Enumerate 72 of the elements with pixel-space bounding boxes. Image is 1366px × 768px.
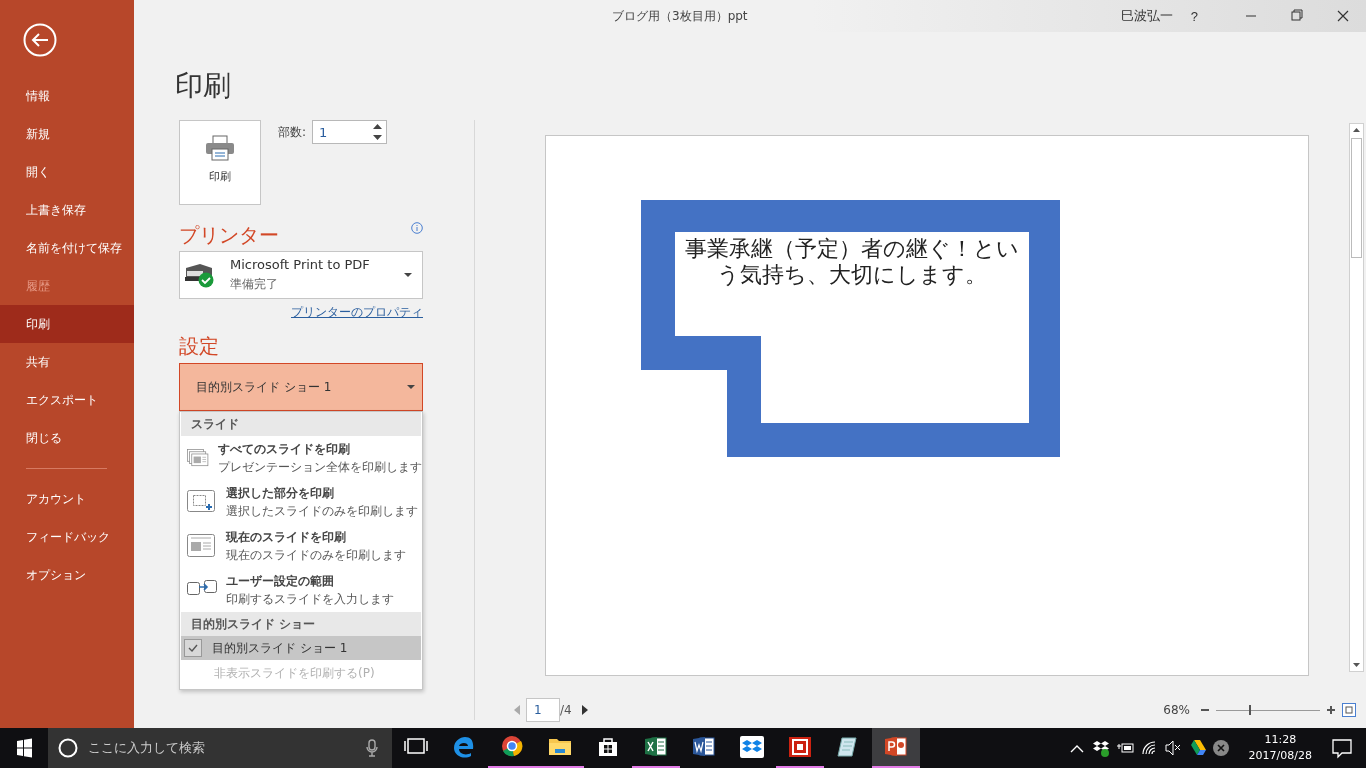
speaker-muted-icon[interactable] (1163, 738, 1182, 758)
presentation-p-icon (884, 736, 908, 758)
next-page-icon[interactable] (581, 705, 588, 715)
cortana-circle-icon (58, 738, 78, 758)
check-icon (188, 644, 198, 652)
sidebar-item[interactable]: フィードバック (0, 518, 134, 556)
printer-ready-icon (184, 262, 216, 288)
menu-item[interactable]: すべてのスライドを印刷 プレゼンテーション全体を印刷します (180, 436, 422, 480)
info-icon (411, 222, 423, 234)
printer-properties-link[interactable]: プリンターのプロパティ (291, 304, 423, 321)
printer-name: Microsoft Print to PDF (230, 257, 371, 272)
section-heading: 設定 (179, 333, 220, 359)
scroll-thumb[interactable] (1351, 138, 1362, 258)
document-w-icon (692, 736, 716, 758)
browser-circle-icon (500, 736, 524, 758)
dropdown-caret-icon (407, 385, 415, 389)
dashed-frame-icon (187, 490, 217, 514)
window-title: ブログ用（3枚目用）ppt (612, 7, 749, 25)
copies-spinner[interactable]: 1 (312, 120, 388, 144)
printer-dropdown[interactable]: Microsoft Print to PDF 準備完了 (179, 251, 423, 299)
sidebar-item[interactable]: エクスポート (0, 381, 134, 419)
taskbar-app[interactable] (872, 728, 920, 768)
print-button[interactable]: 印刷 (179, 120, 261, 205)
copies-label: 部数: (278, 124, 307, 141)
spin-arrows-icon (373, 124, 383, 140)
box-icon (740, 736, 764, 758)
zoom-in-icon[interactable] (1326, 705, 1336, 715)
section-heading: プリンター (179, 222, 279, 248)
printer-icon (205, 135, 235, 161)
help-button[interactable]: ? (1186, 8, 1202, 24)
microphone-icon (366, 739, 378, 757)
scroll-down-icon (1353, 663, 1360, 667)
sidebar-item[interactable]: 上書き保存 (0, 191, 134, 229)
sidebar-item[interactable]: 印刷 (0, 305, 134, 343)
menu-section-header: 目的別スライド ショー (181, 612, 421, 636)
sidebar-item[interactable]: アカウント (0, 480, 134, 518)
folder-icon (548, 736, 572, 758)
sidebar-item[interactable]: 名前を付けて保存 (0, 229, 134, 267)
shopping-bag-icon (596, 736, 620, 758)
page-heading: 印刷 (175, 68, 232, 104)
menu-item[interactable]: 現在のスライドを印刷 現在のスライドのみを印刷します (180, 524, 422, 568)
sidebar-item[interactable]: 共有 (0, 343, 134, 381)
circle-x-icon[interactable] (1211, 738, 1230, 758)
menu-item[interactable]: 目的別スライド ショー 1 (181, 636, 421, 660)
dropdown-caret-icon (404, 273, 412, 277)
search-field[interactable]: ここに入力して検索 (48, 728, 392, 768)
scroll-up-icon (1353, 128, 1360, 132)
menu-item[interactable]: 選択した部分を印刷 選択したスライドのみを印刷します (180, 480, 422, 524)
framed-square-icon (788, 736, 812, 758)
page-number-field[interactable]: 1 (526, 698, 560, 722)
sidebar-item[interactable]: 新規 (0, 115, 134, 153)
fit-to-window-icon[interactable] (1342, 703, 1356, 717)
sidebar-item[interactable]: 情報 (0, 77, 134, 115)
vertical-scrollbar[interactable] (1349, 123, 1364, 672)
sidebar-item[interactable]: オプション (0, 556, 134, 594)
slide-layout-icon (187, 534, 217, 558)
user-name[interactable]: 巳波弘一 (1120, 7, 1173, 25)
box-check-icon[interactable] (1091, 738, 1110, 758)
spreadsheet-icon (644, 736, 668, 758)
browser-e-icon (452, 736, 476, 758)
clock[interactable]: 11:28 2017/08/28 (1242, 732, 1318, 764)
page-total: /4 (560, 703, 572, 717)
menu-item[interactable]: ユーザー設定の範囲 印刷するスライドを入力します (180, 568, 422, 612)
printer-status: 準備完了 (230, 276, 279, 293)
slides-dropdown[interactable]: 目的別スライド ショー 1 (179, 363, 423, 411)
sidebar-item[interactable]: 閉じる (0, 419, 134, 457)
back-button[interactable] (23, 23, 57, 57)
zoom-level: 68% (1163, 703, 1190, 717)
sidebar-item[interactable]: 開く (0, 153, 134, 191)
menu-section-header: スライド (181, 412, 421, 436)
slide-text: 事業承継（予定）者の継ぐ！という気持ち、大切にします。 (684, 236, 1020, 288)
notepad-icon (836, 736, 860, 758)
